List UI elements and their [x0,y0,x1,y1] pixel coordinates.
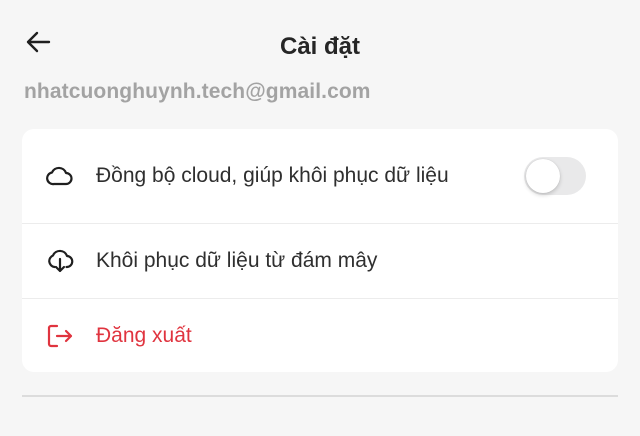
settings-item-cloud-sync[interactable]: Đồng bộ cloud, giúp khôi phục dữ liệu [22,129,618,223]
cloud-download-icon [46,247,74,275]
settings-item-restore[interactable]: Khôi phục dữ liệu từ đám mây [22,224,618,298]
settings-card: Đồng bộ cloud, giúp khôi phục dữ liệu Kh… [22,129,618,372]
cloud-sync-toggle[interactable] [524,157,586,195]
page-title: Cài đặt [279,33,360,60]
settings-item-label: Đăng xuất [96,323,192,347]
divider [22,395,618,397]
cloud-icon [46,162,74,190]
logout-icon [46,322,74,350]
settings-item-logout[interactable]: Đăng xuất [22,299,618,372]
toggle-knob [526,159,560,193]
settings-item-label: Khôi phục dữ liệu từ đám mây [96,249,378,272]
account-email: nhatcuonghuynh.tech@gmail.com [24,80,371,103]
header: Cài đặt [0,0,640,90]
settings-item-label: Đồng bộ cloud, giúp khôi phục dữ liệu [96,164,449,187]
